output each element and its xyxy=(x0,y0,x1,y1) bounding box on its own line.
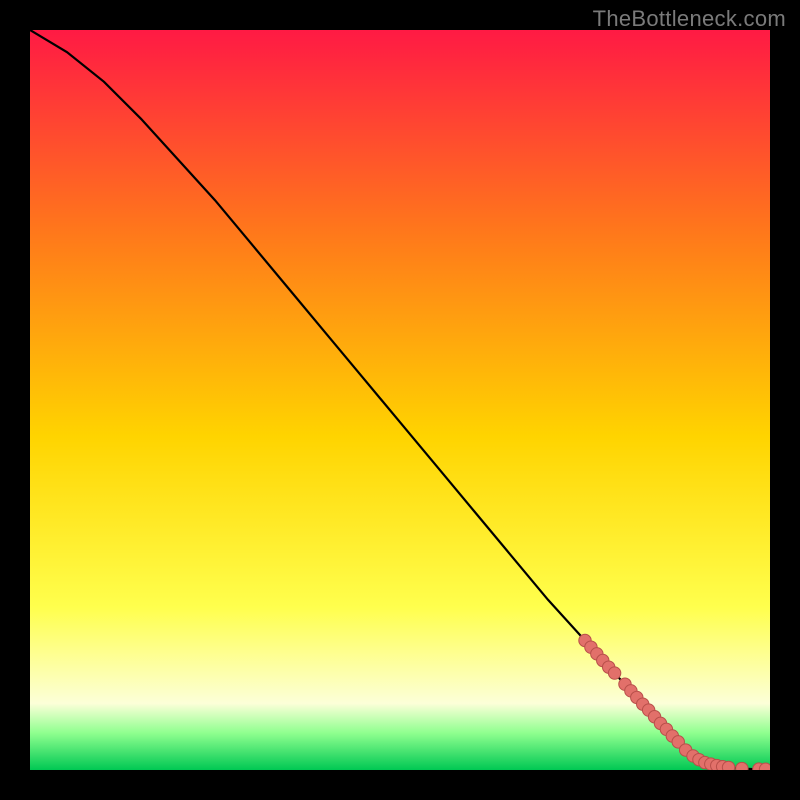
watermark-text: TheBottleneck.com xyxy=(593,6,786,32)
chart-svg xyxy=(30,30,770,770)
data-marker xyxy=(608,667,620,679)
data-marker xyxy=(736,762,748,770)
data-marker xyxy=(722,761,734,770)
plot-area xyxy=(30,30,770,770)
chart-container: TheBottleneck.com xyxy=(0,0,800,800)
gradient-background xyxy=(30,30,770,770)
